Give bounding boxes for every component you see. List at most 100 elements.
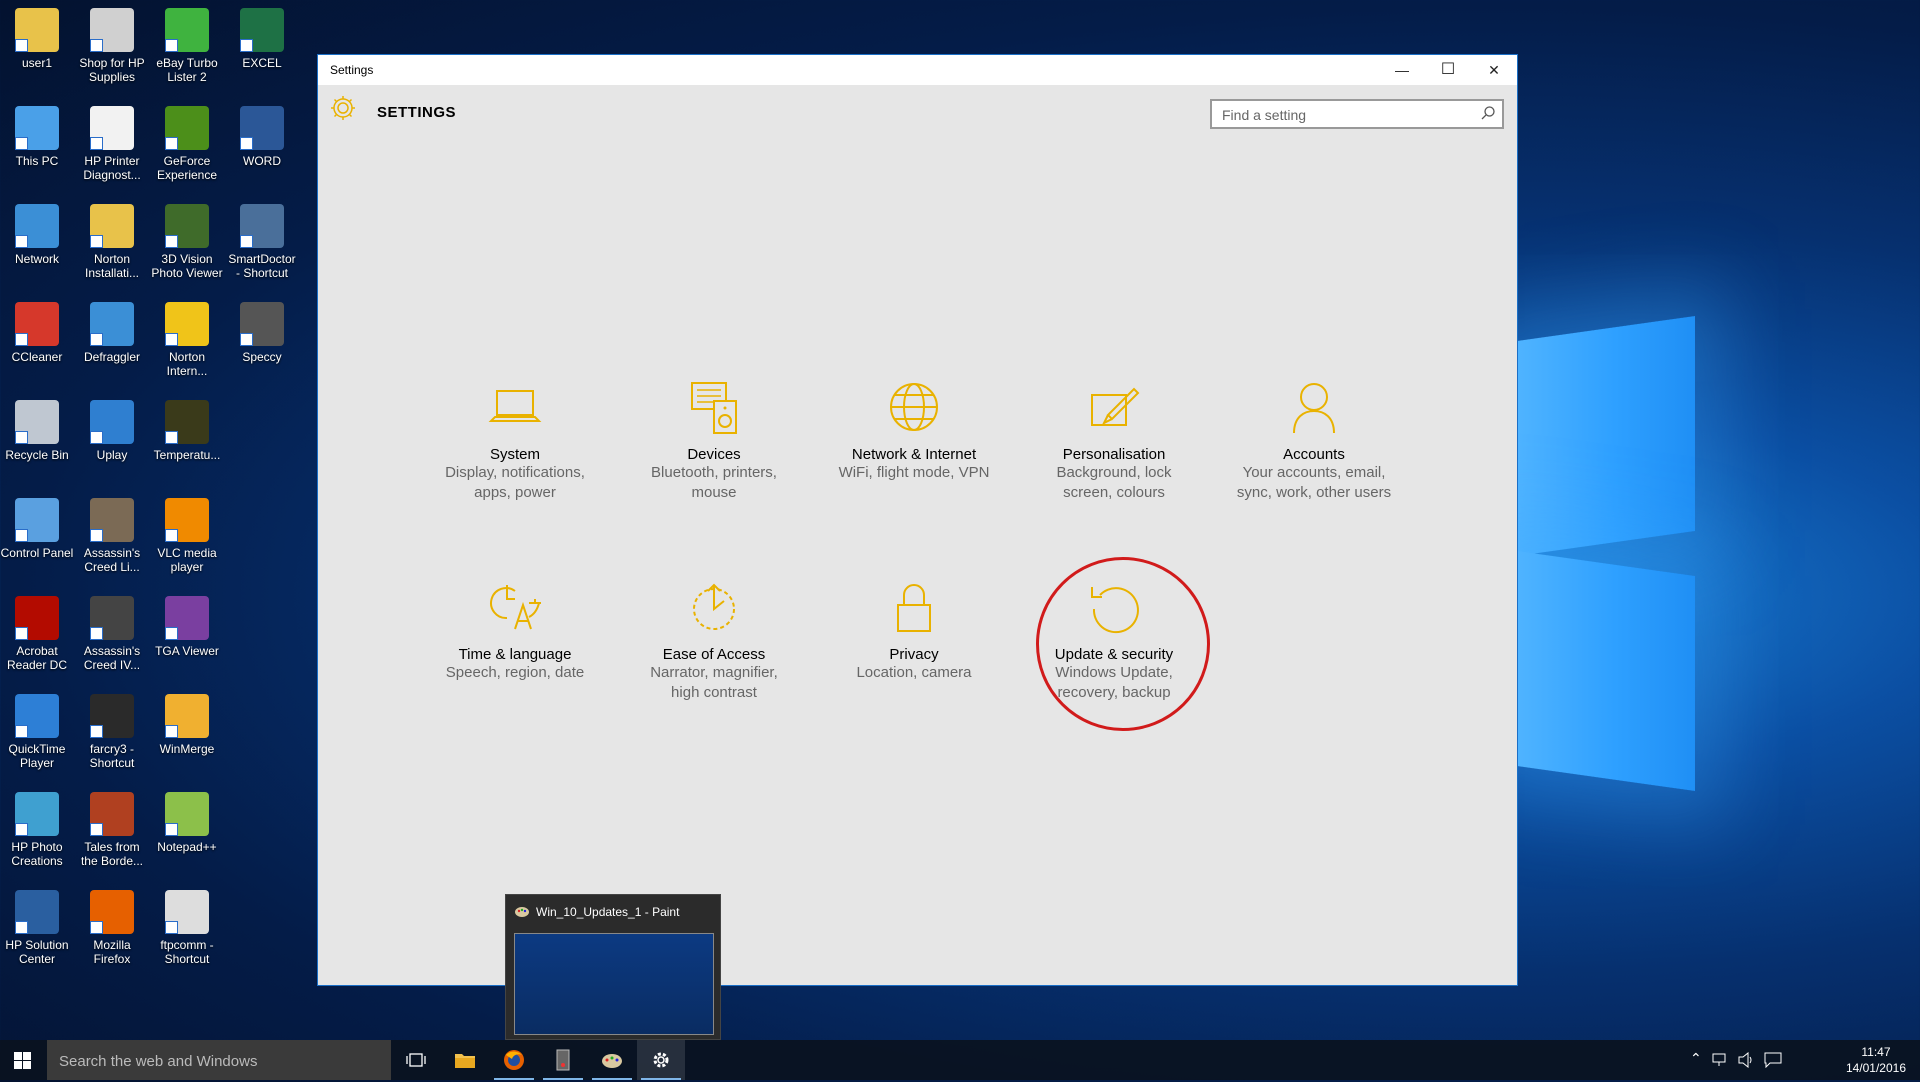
desktop-icon[interactable]: TGA Viewer <box>150 596 224 658</box>
desktop-icon-label: 3D Vision Photo Viewer <box>151 252 223 280</box>
desktop-icon[interactable]: Mozilla Firefox <box>75 890 149 966</box>
desktop-icon[interactable]: ftpcomm - Shortcut <box>150 890 224 966</box>
app-icon <box>90 302 134 346</box>
tile-desc: screen, colours <box>1063 484 1165 501</box>
desktop-icon[interactable]: Notepad++ <box>150 792 224 854</box>
network-icon[interactable] <box>1712 1053 1730 1067</box>
search-input[interactable] <box>1212 101 1474 129</box>
tile-accounts[interactable]: Accounts Your accounts, email, sync, wor… <box>1224 377 1404 503</box>
tile-desc: sync, work, other users <box>1236 484 1392 501</box>
desktop-icon-label: Temperatu... <box>153 448 221 462</box>
desktop-icon[interactable]: HP Solution Center <box>0 890 74 966</box>
tile-network[interactable]: Network & Internet WiFi, flight mode, VP… <box>824 377 1004 483</box>
desktop-icon[interactable]: SmartDoctor - Shortcut <box>225 204 299 280</box>
desktop-icon[interactable]: GeForce Experience <box>150 106 224 182</box>
desktop-icon[interactable]: Shop for HP Supplies <box>75 8 149 84</box>
tile-devices[interactable]: Devices Bluetooth, printers, mouse <box>624 377 804 503</box>
desktop-icon-label: VLC media player <box>157 546 217 574</box>
maximize-button[interactable]: ☐ <box>1425 55 1471 85</box>
paint-taskbar-button[interactable] <box>588 1040 636 1080</box>
firefox-icon <box>504 1050 524 1070</box>
tile-ease-of-access[interactable]: Ease of Access Narrator, magnifier, high… <box>624 577 804 703</box>
taskbar-search-input[interactable] <box>47 1040 381 1082</box>
close-button[interactable]: ✕ <box>1471 55 1517 85</box>
desktop-icon[interactable]: QuickTime Player <box>0 694 74 770</box>
clock-date: 14/01/2016 <box>1845 1061 1906 1075</box>
tile-time-language[interactable]: Time & language Speech, region, date <box>425 577 605 683</box>
desktop-icon[interactable]: Temperatu... <box>150 400 224 462</box>
desktop-icon[interactable]: This PC <box>0 106 74 168</box>
app-icon <box>15 400 59 444</box>
desktop-icon-label: ftpcomm - Shortcut <box>160 938 214 966</box>
app-taskbar-button[interactable] <box>539 1040 587 1080</box>
app-icon <box>90 204 134 248</box>
desktop-icon[interactable]: VLC media player <box>150 498 224 574</box>
app-icon <box>165 498 209 542</box>
desktop-icon-label: HP Solution Center <box>5 938 69 966</box>
chevron-up-icon[interactable]: ⌃ <box>1690 1050 1702 1067</box>
tile-desc: Your accounts, email, <box>1242 464 1386 481</box>
desktop-icon[interactable]: Norton Intern... <box>150 302 224 378</box>
desktop-icon[interactable]: user1 <box>0 8 74 70</box>
clock-time: 11:47 <box>1861 1045 1891 1059</box>
time-language-icon <box>490 585 541 630</box>
folder-icon <box>455 1054 475 1068</box>
desktop-icon[interactable]: Network <box>0 204 74 266</box>
desktop-icon[interactable]: 3D Vision Photo Viewer <box>150 204 224 280</box>
tile-name: Devices <box>687 446 741 463</box>
desktop-icon[interactable]: Speccy <box>225 302 299 364</box>
minimize-button[interactable]: — <box>1379 55 1425 85</box>
desktop-icon[interactable]: Uplay <box>75 400 149 462</box>
desktop-icon[interactable]: Acrobat Reader DC <box>0 596 74 672</box>
desktop-icon-label: Notepad++ <box>157 840 217 854</box>
app-icon <box>90 792 134 836</box>
app-icon <box>240 204 284 248</box>
action-center-icon[interactable] <box>1764 1052 1782 1068</box>
desktop-icon[interactable]: Tales from the Borde... <box>75 792 149 868</box>
desktop-icon[interactable]: WinMerge <box>150 694 224 756</box>
search-icon[interactable] <box>1480 105 1496 121</box>
tile-name: Accounts <box>1283 446 1345 463</box>
title-bar[interactable]: Settings — ☐ ✕ <box>318 55 1517 85</box>
desktop-icon[interactable]: Recycle Bin <box>0 400 74 462</box>
desktop-icon[interactable]: farcry3 - Shortcut <box>75 694 149 770</box>
desktop-icon-label: Control Panel <box>0 546 74 560</box>
app-icon <box>15 694 59 738</box>
search-box[interactable] <box>1210 99 1504 129</box>
taskbar-preview[interactable]: Win_10_Updates_1 - Paint <box>505 894 721 1040</box>
desktop-icon[interactable]: EXCEL <box>225 8 299 70</box>
desktop-icon-label: eBay Turbo Lister 2 <box>156 56 218 84</box>
volume-icon[interactable] <box>1738 1052 1756 1068</box>
tile-system[interactable]: System Display, notifications, apps, pow… <box>425 377 605 503</box>
app-icon <box>90 400 134 444</box>
clock[interactable]: 11:47 14/01/2016 <box>1846 1044 1906 1076</box>
app-icon <box>165 8 209 52</box>
desktop-icon[interactable]: WORD <box>225 106 299 168</box>
lock-icon <box>897 584 931 632</box>
tile-privacy[interactable]: Privacy Location, camera <box>824 577 1004 683</box>
desktop-icon[interactable]: Assassin's Creed Li... <box>75 498 149 574</box>
tile-personalisation[interactable]: Personalisation Background, lock screen,… <box>1024 377 1204 503</box>
desktop-icon[interactable]: HP Printer Diagnost... <box>75 106 149 182</box>
app-icon <box>165 106 209 150</box>
desktop-icon-label: Recycle Bin <box>5 448 69 462</box>
desktop-icon-label: Assassin's Creed IV... <box>83 644 141 672</box>
settings-taskbar-button[interactable] <box>637 1040 685 1080</box>
app-icon <box>240 8 284 52</box>
desktop-icon[interactable]: HP Photo Creations <box>0 792 74 868</box>
ease-of-access-icon <box>693 583 735 630</box>
firefox-taskbar-button[interactable] <box>490 1040 538 1080</box>
desktop-icon[interactable]: Norton Installati... <box>75 204 149 280</box>
desktop-icon[interactable]: Control Panel <box>0 498 74 560</box>
start-button[interactable] <box>0 1040 46 1080</box>
desktop-icon[interactable]: CCleaner <box>0 302 74 364</box>
desktop-icon[interactable]: Assassin's Creed IV... <box>75 596 149 672</box>
taskbar-search-box[interactable] <box>47 1040 391 1082</box>
file-explorer-button[interactable] <box>441 1040 489 1080</box>
desktop-icon-label: This PC <box>15 154 59 168</box>
desktop-icon[interactable]: eBay Turbo Lister 2 <box>150 8 224 84</box>
desktop-icon[interactable]: Defraggler <box>75 302 149 364</box>
paint-app-icon <box>515 907 529 917</box>
task-view-button[interactable] <box>392 1040 440 1080</box>
desktop-icon-label: Shop for HP Supplies <box>79 56 145 84</box>
